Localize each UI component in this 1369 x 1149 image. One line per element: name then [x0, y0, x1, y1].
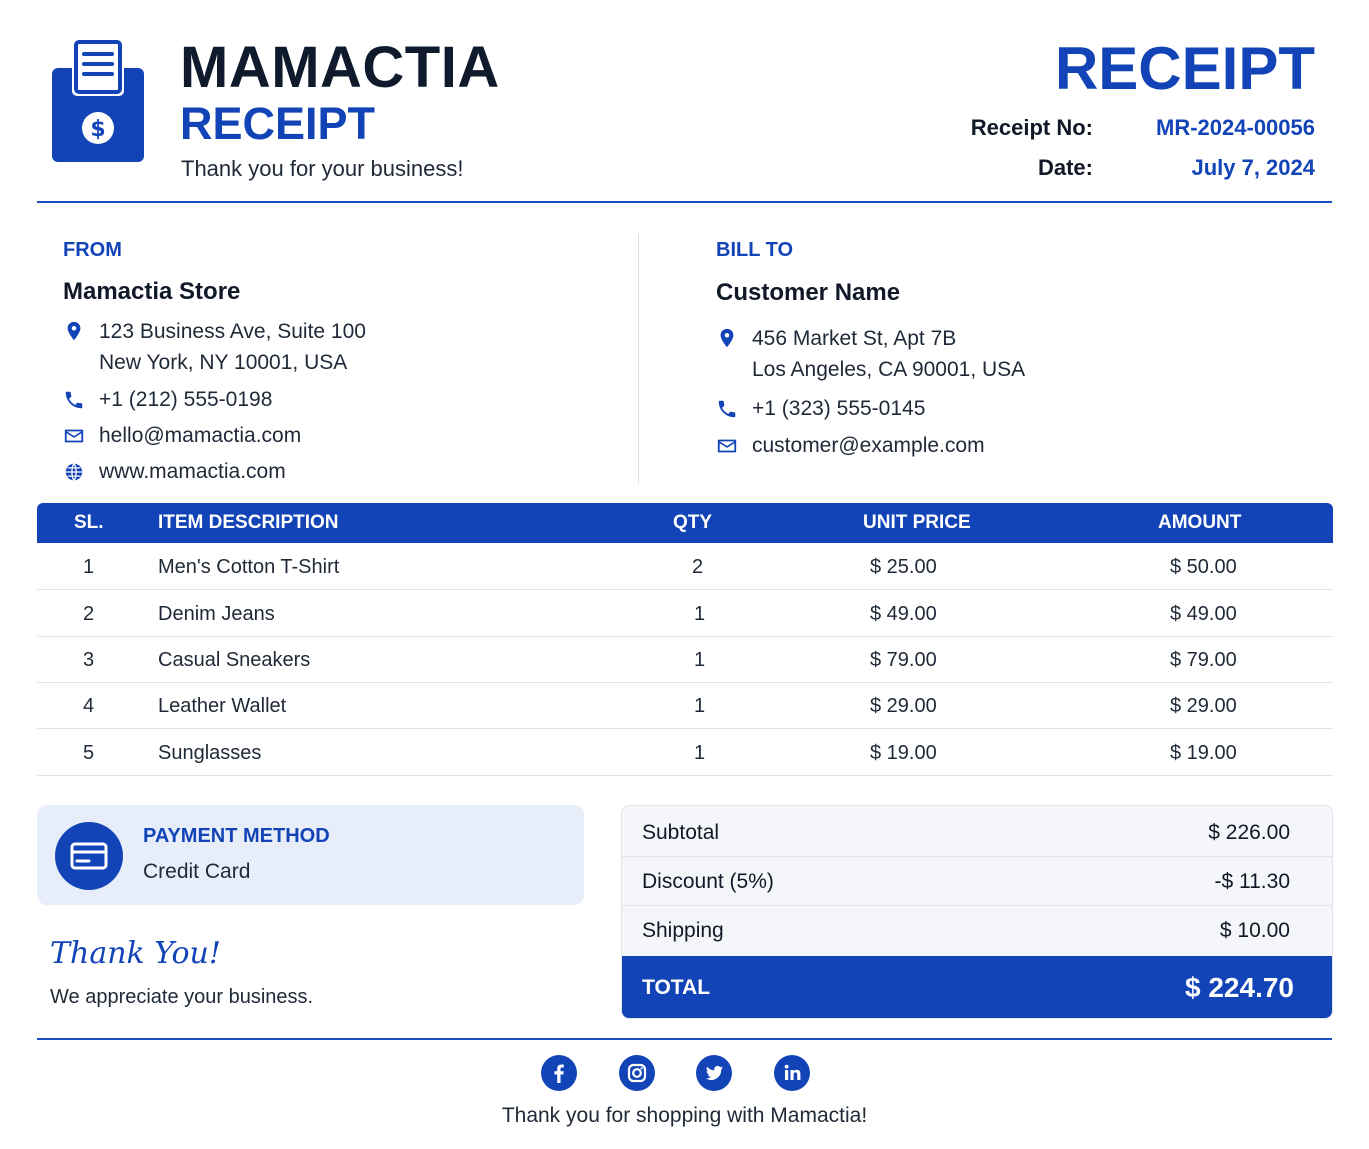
cell-amount: $ 29.00 — [1170, 695, 1237, 717]
table-row: 4 Leather Wallet 1 $ 29.00 $ 29.00 — [37, 683, 1333, 729]
cell-description: Sunglasses — [158, 742, 262, 764]
payment-method-value: Credit Card — [143, 860, 251, 883]
subtotal-value: $ 226.00 — [1208, 821, 1290, 844]
instagram-icon[interactable] — [619, 1055, 655, 1091]
bill-to-address-line1: 456 Market St, Apt 7B — [752, 327, 957, 350]
from-email[interactable]: hello@mamactia.com — [99, 420, 301, 451]
header-divider — [37, 201, 1332, 203]
shipping-value: $ 10.00 — [1219, 919, 1290, 942]
cell-amount: $ 49.00 — [1170, 603, 1237, 625]
table-row: 5 Sunglasses 1 $ 19.00 $ 19.00 — [37, 730, 1333, 776]
cell-sl: 2 — [83, 603, 95, 625]
totals-box: Subtotal $ 226.00 Discount (5%) -$ 11.30… — [621, 805, 1333, 1019]
bill-to-email[interactable]: customer@example.com — [752, 430, 985, 461]
brand-subtitle: RECEIPT — [180, 98, 376, 149]
discount-label: Discount (5%) — [642, 870, 774, 893]
parties-divider — [638, 234, 639, 484]
cell-unit-price: $ 25.00 — [870, 556, 937, 578]
location-pin-icon — [63, 320, 85, 342]
table-row: 2 Denim Jeans 1 $ 49.00 $ 49.00 — [37, 591, 1333, 637]
cell-qty: 1 — [694, 742, 706, 764]
footer-message: Thank you for shopping with Mamactia! — [501, 1104, 868, 1127]
cell-unit-price: $ 79.00 — [870, 649, 937, 671]
bill-to-address-line2: Los Angeles, CA 90001, USA — [752, 358, 1026, 381]
bill-to-name: Customer Name — [716, 279, 901, 306]
cell-qty: 2 — [692, 556, 704, 578]
bill-to-phone: +1 (323) 555-0145 — [752, 397, 926, 420]
credit-card-icon — [55, 822, 123, 890]
svg-text:$: $ — [90, 117, 105, 142]
twitter-icon[interactable] — [696, 1055, 732, 1091]
col-description: ITEM DESCRIPTION — [158, 512, 339, 533]
cell-sl: 4 — [83, 695, 95, 717]
discount-row: Discount (5%) -$ 11.30 — [622, 857, 1332, 906]
receipt-no-value: MR-2024-00056 — [1156, 115, 1315, 140]
col-unit-price: UNIT PRICE — [863, 512, 971, 533]
total-row: TOTAL $ 224.70 — [622, 956, 1332, 1018]
from-heading: FROM — [63, 239, 122, 261]
subtotal-label: Subtotal — [642, 821, 720, 844]
cell-description: Casual Sneakers — [158, 649, 311, 671]
phone-icon — [716, 398, 738, 420]
linkedin-icon[interactable] — [774, 1055, 810, 1091]
payment-method-heading: PAYMENT METHOD — [143, 825, 330, 847]
total-label: TOTAL — [642, 976, 711, 999]
table-row: 3 Casual Sneakers 1 $ 79.00 $ 79.00 — [37, 637, 1333, 683]
cell-amount: $ 19.00 — [1170, 742, 1237, 764]
date-label: Date: — [1037, 155, 1093, 180]
cell-description: Men's Cotton T-Shirt — [158, 556, 340, 578]
total-value: $ 224.70 — [1185, 972, 1294, 1003]
phone-icon — [63, 389, 85, 411]
cell-amount: $ 79.00 — [1170, 649, 1237, 671]
document-title: RECEIPT — [1054, 35, 1315, 102]
date-value: July 7, 2024 — [1191, 155, 1315, 180]
bill-to-heading: BILL TO — [716, 239, 794, 261]
cell-description: Leather Wallet — [158, 695, 287, 717]
tagline: Thank you for your business! — [181, 156, 464, 181]
thank-you-script: Thank You! — [50, 936, 221, 971]
discount-value: -$ 11.30 — [1214, 870, 1291, 893]
appreciation-note: We appreciate your business. — [50, 986, 314, 1008]
globe-icon — [63, 461, 85, 483]
items-table-header: SL. ITEM DESCRIPTION QTY UNIT PRICE AMOU… — [37, 503, 1333, 543]
receipt-dollar-icon: $ — [52, 38, 144, 162]
from-phone: +1 (212) 555-0198 — [99, 388, 273, 411]
table-row: 1 Men's Cotton T-Shirt 2 $ 25.00 $ 50.00 — [37, 544, 1333, 590]
cell-sl: 5 — [83, 742, 95, 764]
cell-unit-price: $ 49.00 — [870, 603, 937, 625]
from-website[interactable]: www.mamactia.com — [99, 456, 286, 487]
from-address-line2: New York, NY 10001, USA — [99, 351, 348, 374]
receipt-no-label: Receipt No: — [970, 115, 1093, 140]
location-pin-icon — [716, 327, 738, 349]
cell-qty: 1 — [694, 695, 706, 717]
shipping-label: Shipping — [642, 919, 724, 942]
col-amount: AMOUNT — [1158, 512, 1242, 533]
col-qty: QTY — [673, 512, 713, 533]
brand-name: MAMACTIA — [180, 35, 500, 100]
from-address-line1: 123 Business Ave, Suite 100 — [99, 320, 366, 343]
envelope-icon — [63, 425, 85, 447]
cell-qty: 1 — [694, 649, 706, 671]
cell-amount: $ 50.00 — [1170, 556, 1237, 578]
cell-description: Denim Jeans — [158, 603, 275, 625]
facebook-icon[interactable] — [541, 1055, 577, 1091]
footer-divider — [37, 1038, 1332, 1040]
subtotal-row: Subtotal $ 226.00 — [622, 808, 1332, 857]
from-name: Mamactia Store — [63, 278, 241, 305]
cell-unit-price: $ 29.00 — [870, 695, 937, 717]
envelope-icon — [716, 435, 738, 457]
cell-qty: 1 — [694, 603, 706, 625]
col-sl: SL. — [74, 512, 104, 533]
shipping-row: Shipping $ 10.00 — [622, 906, 1332, 955]
cell-sl: 3 — [83, 649, 95, 671]
payment-method-card: PAYMENT METHOD Credit Card — [37, 805, 584, 905]
cell-sl: 1 — [83, 556, 95, 578]
cell-unit-price: $ 19.00 — [870, 742, 937, 764]
